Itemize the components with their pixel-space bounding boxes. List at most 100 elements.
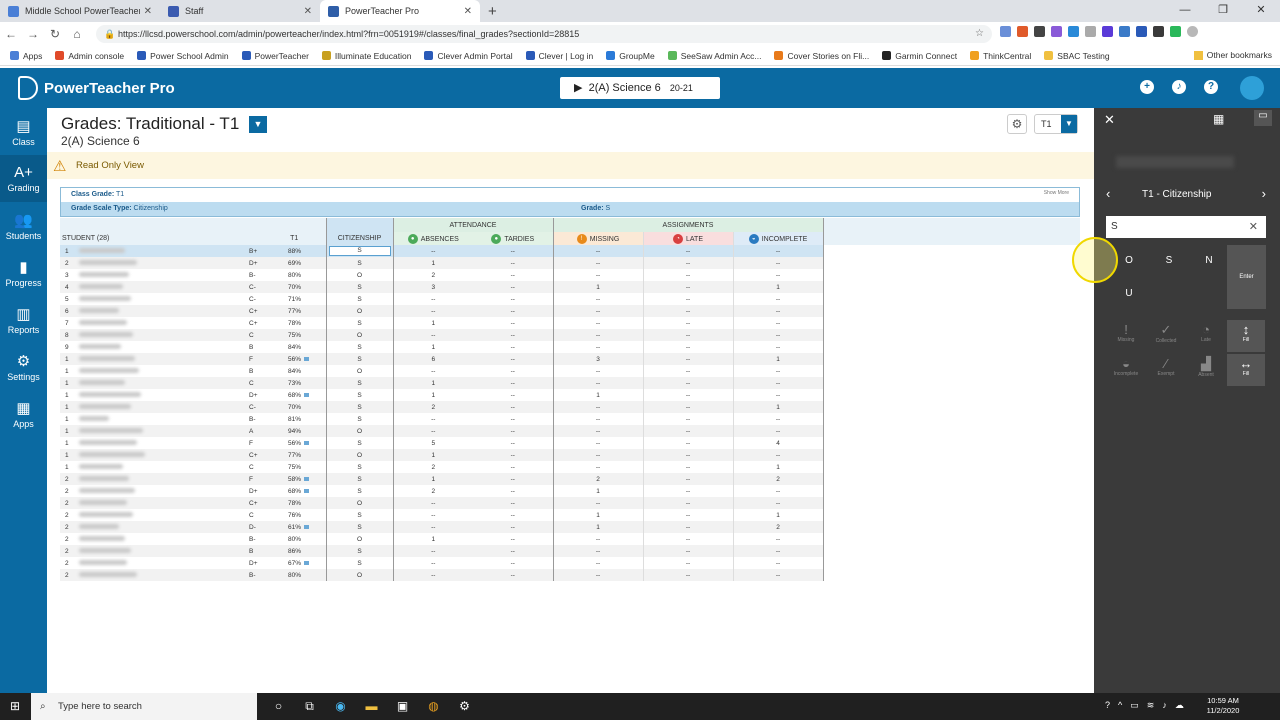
student-cell[interactable]: 2 [60,257,225,269]
extension-icon[interactable] [1034,26,1045,37]
student-cell[interactable]: 2 [60,521,225,533]
task-view-icon[interactable]: ⧉ [301,698,318,715]
student-cell[interactable]: 4 [60,281,225,293]
student-cell[interactable]: 2 [60,485,225,497]
student-cell[interactable]: 1 [60,425,225,437]
table-row[interactable]: 7 C+ 78% S 1 -- -- -- -- [60,317,824,329]
bell-icon[interactable]: ♪ [1172,80,1186,94]
t1-grade-cell[interactable]: D- 61% [225,521,326,533]
citizenship-cell[interactable]: O [325,305,394,317]
close-tab-icon[interactable]: ✕ [144,6,152,17]
student-cell[interactable]: 9 [60,341,225,353]
score-key-u[interactable]: U [1110,278,1148,309]
nav-item-class[interactable]: ▤ Class [0,108,47,155]
student-cell[interactable]: 1 [60,461,225,473]
close-icon[interactable]: ✕ [1104,112,1115,128]
file-explorer-icon[interactable]: ▬ [363,698,380,715]
tool-missing[interactable]: ! Missing [1107,320,1145,352]
t1-grade-cell[interactable]: A 94% [225,425,326,437]
student-cell[interactable]: 1 [60,413,225,425]
citizenship-cell[interactable]: S [325,485,394,497]
table-row[interactable]: 1 C- 70% S 2 -- -- -- 1 [60,401,824,413]
t1-grade-cell[interactable]: B 84% [225,341,326,353]
citizenship-cell[interactable]: O [325,329,394,341]
bookmark-star-icon[interactable]: ☆ [975,25,984,43]
tool-exempt[interactable]: ⁄ Exempt [1147,354,1185,386]
windows-start-icon[interactable]: ⊞ [10,699,24,713]
score-key-s[interactable]: S [1150,245,1188,276]
t1-grade-cell[interactable]: B- 80% [225,569,326,581]
table-row[interactable]: 8 C 75% O -- -- -- -- -- [60,329,824,341]
nav-item-grading[interactable]: A+ Grading [0,155,47,202]
table-row[interactable]: 2 B- 80% O 1 -- -- -- -- [60,533,824,545]
student-cell[interactable]: 2 [60,557,225,569]
student-header[interactable]: STUDENT (28) [60,232,225,245]
table-row[interactable]: 4 C- 70% S 3 -- 1 -- 1 [60,281,824,293]
chevron-down-icon[interactable]: ▼ [249,116,267,133]
nav-item-apps[interactable]: ▦ Apps [0,390,47,437]
student-cell[interactable]: 2 [60,509,225,521]
student-cell[interactable]: 1 [60,401,225,413]
extension-icon[interactable] [1000,26,1011,37]
t1-grade-cell[interactable]: B- 81% [225,413,326,425]
t1-grade-cell[interactable]: F 56% [225,437,326,449]
new-tab-button[interactable]: + [488,3,497,20]
bookmark-item[interactable]: Apps [10,51,42,61]
citizenship-cell[interactable]: S [325,257,394,269]
browser-tab[interactable]: Staff ✕ [160,0,320,22]
student-cell[interactable]: 1 [60,365,225,377]
bookmark-item[interactable]: ThinkCentral [970,51,1031,61]
extension-icon[interactable] [1051,26,1062,37]
browser-tab[interactable]: Middle School PowerTeacher Gra ✕ [0,0,160,22]
t1-grade-cell[interactable]: C- 71% [225,293,326,305]
restore-icon[interactable]: ❐ [1204,0,1242,22]
citizenship-cell[interactable]: S [325,377,394,389]
extension-icon[interactable] [1085,26,1096,37]
citizenship-cell[interactable]: O [325,449,394,461]
reload-icon[interactable]: ↻ [44,27,66,41]
t1-grade-cell[interactable]: C+ 78% [225,317,326,329]
t1-grade-cell[interactable]: D+ 69% [225,257,326,269]
tool-fill[interactable]: ↕ Fill [1227,320,1265,352]
tool-collected[interactable]: ✓ Collected [1147,320,1185,352]
citizenship-cell[interactable]: S [325,521,394,533]
student-cell[interactable]: 1 [60,449,225,461]
citizenship-cell[interactable]: S [325,401,394,413]
t1-grade-cell[interactable]: C+ 77% [225,449,326,461]
student-cell[interactable]: 5 [60,293,225,305]
extension-icon[interactable] [1068,26,1079,37]
extension-icon[interactable] [1017,26,1028,37]
cortana-icon[interactable]: ○ [270,698,287,715]
add-icon[interactable]: + [1140,80,1154,94]
score-input[interactable]: S ✕ [1106,216,1266,238]
profile-icon[interactable] [1187,26,1198,37]
bookmark-item[interactable]: SBAC Testing [1044,51,1110,61]
citizenship-cell[interactable]: S [325,353,394,365]
volume-icon[interactable]: ♪ [1162,700,1167,711]
help-icon[interactable]: ? [1204,80,1218,94]
bookmark-item[interactable]: Illuminate Education [321,51,411,61]
t1-grade-cell[interactable]: D+ 67% [225,557,326,569]
citizenship-cell[interactable]: O [325,425,394,437]
student-cell[interactable]: 1 [60,245,225,257]
bookmark-item[interactable]: GroupMe [606,51,655,61]
student-cell[interactable]: 2 [60,497,225,509]
other-bookmarks[interactable]: Other bookmarks [1193,50,1272,60]
citizenship-cell[interactable]: S [325,281,394,293]
table-row[interactable]: 2 D+ 68% S 2 -- 1 -- -- [60,485,824,497]
t1-grade-cell[interactable]: B- 80% [225,269,326,281]
bookmark-item[interactable]: PowerTeacher [241,51,309,61]
table-row[interactable]: 1 C+ 77% O 1 -- -- -- -- [60,449,824,461]
citizenship-cell[interactable]: S [325,461,394,473]
absences-header[interactable]: ● ABSENCES [392,232,473,245]
t1-header[interactable]: T1 [225,232,326,245]
citizenship-cell[interactable]: S [325,293,394,305]
citizenship-cell[interactable]: O [325,569,394,581]
grid-icon[interactable]: ▦ [1213,112,1224,126]
clear-icon[interactable]: ✕ [1249,216,1258,238]
table-row[interactable]: 1 D+ 68% S 1 -- 1 -- -- [60,389,824,401]
student-cell[interactable]: 1 [60,353,225,365]
tool-fill[interactable]: ↔ Fill [1227,354,1265,386]
citizenship-cell[interactable]: S [325,317,394,329]
bookmark-item[interactable]: Admin console [55,51,124,61]
